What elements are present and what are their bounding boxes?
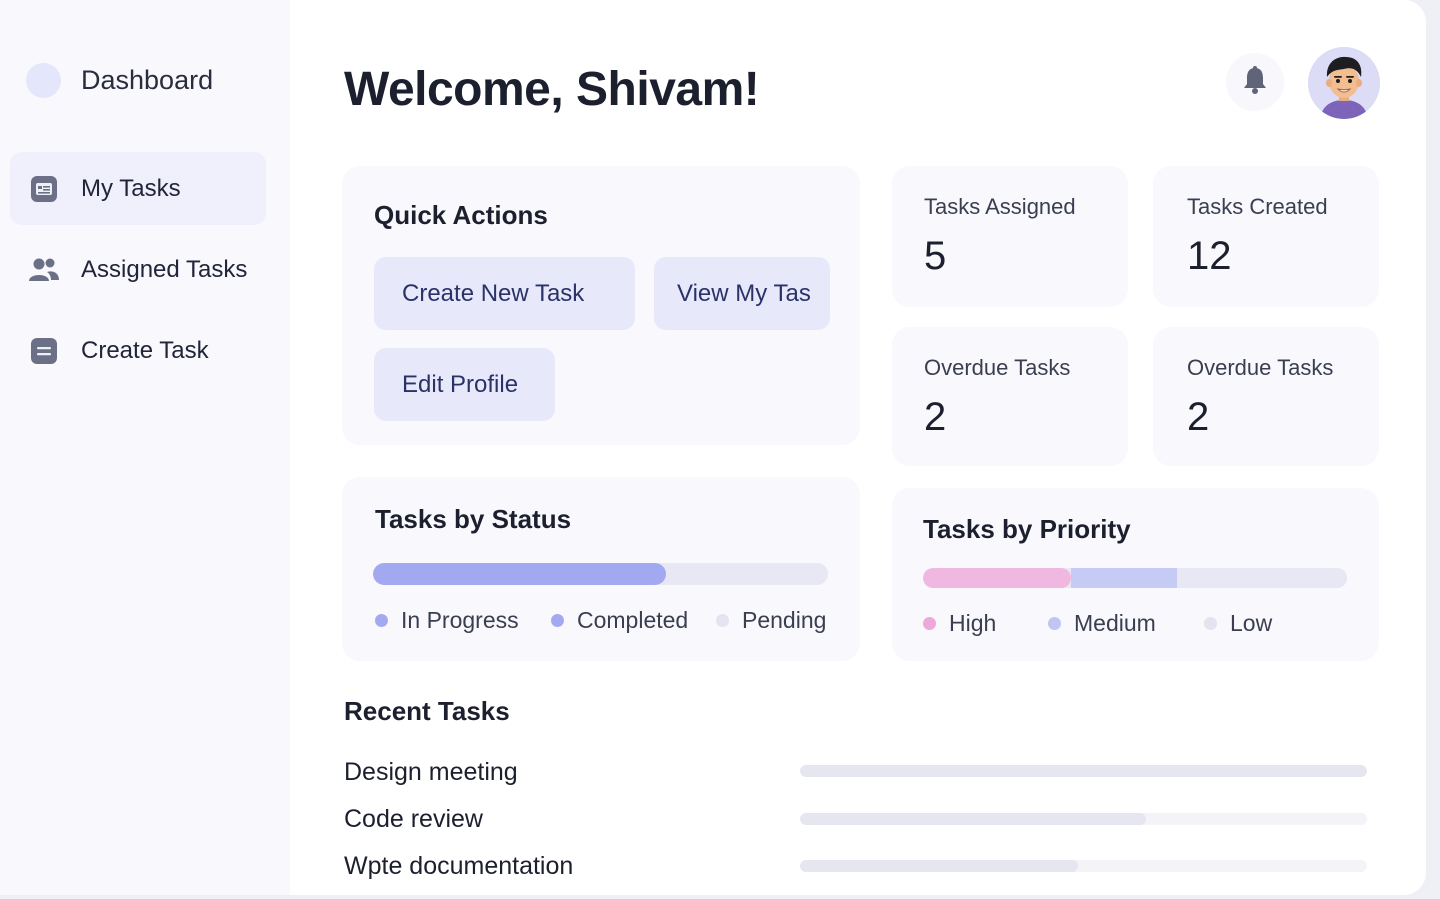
sidebar-item-assigned-tasks[interactable]: Assigned Tasks bbox=[10, 233, 266, 306]
legend-label: Low bbox=[1230, 610, 1273, 636]
quick-actions-card: Quick Actions Create New Task View My Ta… bbox=[342, 166, 860, 445]
progress-segment-high bbox=[923, 568, 1072, 588]
brand-logo-icon bbox=[26, 63, 61, 98]
sidebar-item-label: Assigned Tasks bbox=[81, 255, 248, 283]
legend-completed: Completed bbox=[551, 607, 688, 634]
create-new-task-button[interactable]: Create New Task bbox=[374, 257, 635, 330]
recent-task-progress bbox=[800, 813, 1367, 825]
stat-value: 2 bbox=[924, 395, 947, 439]
legend-dot-icon bbox=[923, 617, 936, 630]
page-title: Welcome, Shivam! bbox=[344, 63, 760, 116]
brand-label: Dashboard bbox=[81, 65, 214, 95]
legend-high: High bbox=[923, 610, 996, 637]
recent-tasks-title: Recent Tasks bbox=[344, 696, 510, 726]
tasks-by-priority-card: Tasks by Priority High Medium Low bbox=[892, 488, 1379, 661]
edit-profile-button[interactable]: Edit Profile bbox=[374, 348, 555, 421]
task-list-icon bbox=[28, 173, 60, 205]
recent-task-progress-fill bbox=[800, 860, 1078, 872]
legend-label: Medium bbox=[1074, 610, 1156, 636]
stat-label: Tasks Assigned bbox=[924, 194, 1076, 219]
user-avatar[interactable] bbox=[1308, 47, 1380, 119]
recent-task-progress bbox=[800, 765, 1367, 777]
legend-label: Pending bbox=[742, 607, 827, 633]
tasks-by-status-title: Tasks by Status bbox=[375, 504, 572, 534]
legend-dot-icon bbox=[375, 614, 388, 627]
legend-label: High bbox=[949, 610, 997, 636]
progress-segment-pending bbox=[666, 563, 828, 585]
stat-value: 2 bbox=[1187, 395, 1210, 439]
sidebar-item-create-task[interactable]: Create Task bbox=[10, 314, 266, 387]
legend-dot-icon bbox=[716, 614, 729, 627]
stat-card-tasks-assigned: Tasks Assigned 5 bbox=[892, 166, 1128, 307]
progress-segment-medium bbox=[1071, 568, 1178, 588]
recent-task-progress-fill bbox=[800, 765, 1367, 777]
recent-task-name[interactable]: Design meeting bbox=[344, 758, 518, 787]
tasks-by-priority-title: Tasks by Priority bbox=[923, 514, 1131, 544]
priority-progress-bar bbox=[923, 568, 1347, 588]
sidebar-item-label: Create Task bbox=[81, 336, 209, 364]
sidebar-item-my-tasks[interactable]: My Tasks bbox=[10, 152, 266, 225]
stat-value: 5 bbox=[924, 234, 947, 278]
stat-card-overdue-tasks: Overdue Tasks 2 bbox=[892, 327, 1128, 466]
legend-pending: Pending bbox=[716, 607, 826, 634]
legend-low: Low bbox=[1204, 610, 1272, 637]
document-icon bbox=[28, 335, 60, 367]
users-icon bbox=[28, 254, 60, 286]
progress-segment-low bbox=[1177, 568, 1347, 588]
user-avatar-icon bbox=[1308, 47, 1380, 119]
sidebar-item-label: My Tasks bbox=[81, 174, 181, 202]
app-window: Dashboard My Tasks Assigned Tasks Create… bbox=[0, 0, 1426, 895]
progress-segment-in-progress bbox=[373, 563, 667, 585]
stat-card-overdue-tasks-2: Overdue Tasks 2 bbox=[1153, 327, 1379, 466]
stat-card-tasks-created: Tasks Created 12 bbox=[1153, 166, 1379, 307]
stat-label: Overdue Tasks bbox=[1187, 355, 1334, 380]
status-progress-bar bbox=[373, 563, 828, 585]
legend-dot-icon bbox=[551, 614, 564, 627]
recent-task-progress-fill bbox=[800, 813, 1146, 825]
brand[interactable]: Dashboard bbox=[26, 63, 213, 98]
recent-task-name[interactable]: Code review bbox=[344, 805, 483, 834]
legend-dot-icon bbox=[1048, 617, 1061, 630]
sidebar: Dashboard My Tasks Assigned Tasks Create… bbox=[0, 0, 290, 895]
stat-label: Tasks Created bbox=[1187, 194, 1328, 219]
stat-value: 12 bbox=[1187, 234, 1232, 278]
legend-medium: Medium bbox=[1048, 610, 1156, 637]
recent-task-name[interactable]: Wpte documentation bbox=[344, 852, 573, 881]
legend-label: In Progress bbox=[401, 607, 519, 633]
legend-label: Completed bbox=[577, 607, 689, 633]
view-my-tasks-button[interactable]: View My Tas bbox=[654, 257, 830, 330]
legend-dot-icon bbox=[1204, 617, 1217, 630]
bell-icon bbox=[1241, 65, 1269, 100]
recent-task-progress bbox=[800, 860, 1367, 872]
quick-actions-title: Quick Actions bbox=[374, 200, 548, 230]
legend-in-progress: In Progress bbox=[375, 607, 519, 634]
tasks-by-status-card: Tasks by Status In Progress Completed Pe… bbox=[342, 477, 860, 661]
stat-label: Overdue Tasks bbox=[924, 355, 1071, 380]
notifications-button[interactable] bbox=[1226, 53, 1284, 111]
